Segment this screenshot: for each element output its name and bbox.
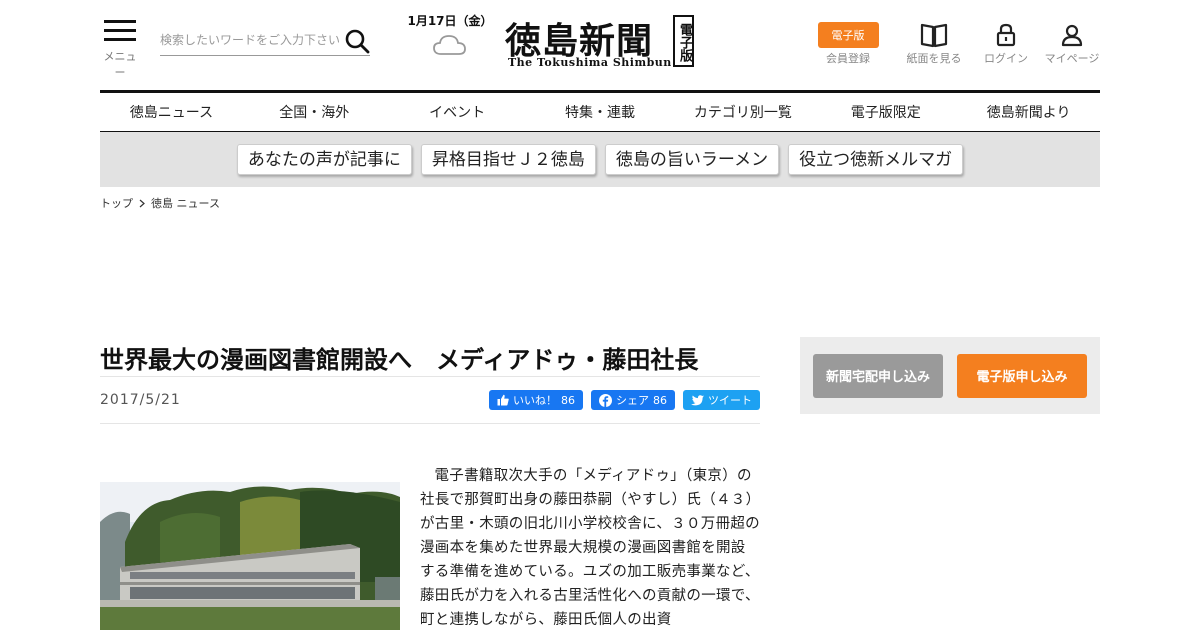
cloud-icon: [405, 33, 495, 61]
site-header: メニュー 1月17日（金） 徳島新聞 The Tokushima Shimbun…: [100, 0, 1100, 90]
mypage-button[interactable]: マイページ: [1044, 22, 1100, 66]
lock-icon: [996, 23, 1016, 47]
nav-item-from-tokushima-shimbun[interactable]: 徳島新聞より: [957, 93, 1100, 131]
menu-label: メニュー: [103, 50, 137, 79]
nav-item-events[interactable]: イベント: [386, 93, 529, 131]
mypage-label: マイページ: [1044, 52, 1100, 65]
nav-item-features[interactable]: 特集・連載: [529, 93, 672, 131]
user-icon: [1061, 24, 1083, 47]
article-title: 世界最大の漫画図書館開設へ メディアドゥ・藤田社長: [100, 346, 699, 374]
facebook-icon: [599, 393, 612, 407]
search-icon[interactable]: [344, 28, 370, 54]
like-count: 86: [561, 393, 575, 407]
nav-item-national-world[interactable]: 全国・海外: [243, 93, 386, 131]
paper-view-label: 紙面を見る: [906, 52, 962, 65]
breadcrumb: トップ 徳島 ニュース: [100, 195, 220, 211]
breadcrumb-top[interactable]: トップ: [100, 195, 133, 211]
facebook-share-button[interactable]: シェア 86: [591, 390, 675, 410]
twitter-icon: [691, 394, 704, 405]
register-button[interactable]: 電子版 会員登録: [817, 22, 879, 66]
tweet-button[interactable]: ツイート: [683, 390, 760, 410]
nav-item-categories[interactable]: カテゴリ別一覧: [671, 93, 814, 131]
search-box: [160, 26, 370, 56]
main-nav: 徳島ニュース 全国・海外 イベント 特集・連載 カテゴリ別一覧 電子版限定 徳島…: [100, 90, 1100, 132]
like-label: いいね！: [513, 394, 557, 407]
home-delivery-button[interactable]: 新聞宅配申し込み: [813, 353, 943, 398]
chevron-right-icon: [139, 199, 145, 207]
hamburger-icon: [104, 18, 136, 42]
share-count: 86: [653, 393, 667, 407]
logo-edition-mark: 電子版: [673, 15, 694, 67]
tweet-label: ツイート: [708, 394, 752, 407]
menu-button[interactable]: メニュー: [100, 18, 140, 80]
topic-j2-tokushima[interactable]: 昇格目指せＪ２徳島: [420, 144, 596, 175]
digital-edition-badge: 電子版: [817, 22, 879, 48]
today-date: 1月17日（金）: [407, 14, 493, 28]
subscription-box: 新聞宅配申し込み 電子版申し込み: [800, 337, 1100, 414]
featured-topics: あなたの声が記事に 昇格目指せＪ２徳島 徳島の旨いラーメン 役立つ徳新メルマガ: [100, 132, 1100, 187]
login-button[interactable]: ログイン: [982, 22, 1030, 66]
share-label: シェア: [616, 394, 649, 407]
article-body: 電子書籍取次大手の「メディアドゥ」（東京）の社長で那賀町出身の藤田恭嗣（やすし）…: [420, 468, 760, 628]
article-photo: [100, 482, 400, 630]
nav-item-tokushima-news[interactable]: 徳島ニュース: [100, 93, 243, 131]
digital-subscribe-button[interactable]: 電子版申し込み: [957, 353, 1087, 398]
topic-your-voice[interactable]: あなたの声が記事に: [236, 144, 412, 175]
site-logo[interactable]: 徳島新聞 The Tokushima Shimbun 電子版: [505, 12, 705, 72]
search-input[interactable]: [160, 26, 340, 54]
paper-view-button[interactable]: 紙面を見る: [904, 22, 964, 66]
topic-ramen[interactable]: 徳島の旨いラーメン: [604, 144, 780, 175]
login-label: ログイン: [984, 52, 1028, 65]
social-buttons: いいね！ 86 シェア 86 ツイート: [489, 390, 760, 410]
book-icon: [920, 23, 948, 48]
divider: [100, 423, 760, 424]
breadcrumb-current[interactable]: 徳島 ニュース: [151, 195, 220, 211]
nav-item-digital-only[interactable]: 電子版限定: [814, 93, 957, 131]
thumbs-up-icon: [497, 394, 509, 406]
divider: [100, 376, 760, 377]
article-date: 2017/5/21: [100, 392, 181, 408]
date-weather: 1月17日（金）: [405, 12, 495, 61]
register-label: 会員登録: [826, 52, 870, 65]
logo-english: The Tokushima Shimbun: [508, 56, 672, 69]
facebook-like-button[interactable]: いいね！ 86: [489, 390, 583, 410]
topic-newsletter[interactable]: 役立つ徳新メルマガ: [788, 144, 964, 175]
